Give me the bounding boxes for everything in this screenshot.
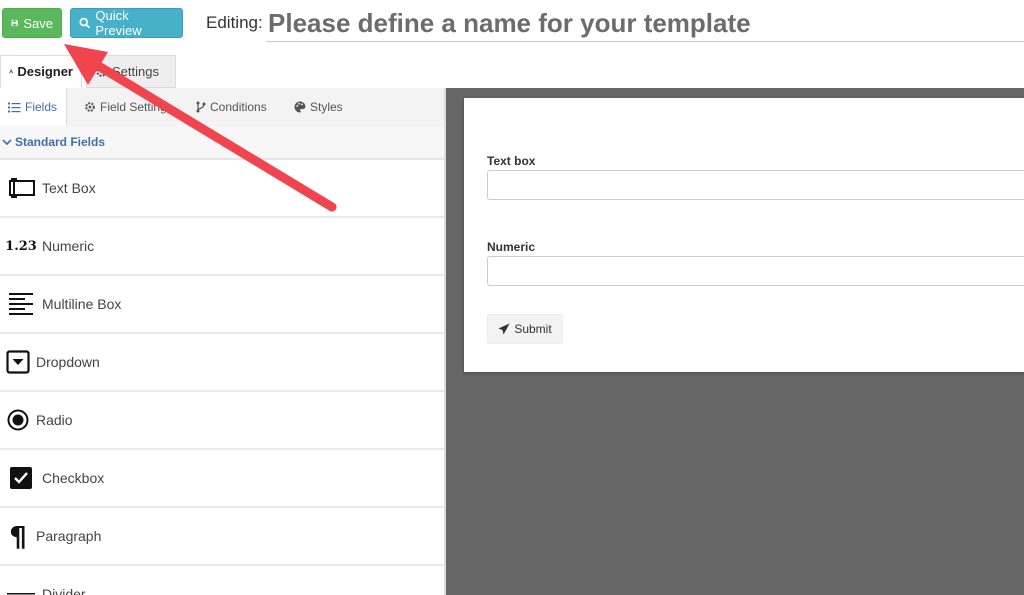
quick-preview-button[interactable]: Quick Preview [70,8,183,38]
toolbar: Save Quick Preview Editing: [0,0,1024,50]
tab-field-settings[interactable]: Field Settings [84,88,173,126]
text-box-field-label: Text box [487,154,536,168]
chevron-down-icon [2,139,12,146]
tab-fields[interactable]: Fields [0,88,67,127]
save-button[interactable]: Save [2,8,62,38]
field-item-radio[interactable]: Radio [0,392,444,450]
field-item-label: Text Box [42,180,96,196]
field-item-paragraph[interactable]: ¶ Paragraph [0,508,444,566]
field-item-label: Numeric [42,238,95,254]
form-preview: Text box Numeric Submit [464,98,1024,372]
template-name-input[interactable] [266,6,1024,42]
text-box-field-input[interactable] [487,170,1024,200]
search-icon [79,17,91,29]
save-label: Save [23,15,53,31]
paper-plane-icon [498,323,510,335]
field-list: Text Box 1.23 Numeric Multiline Box Drop… [0,160,444,595]
tab-styles-label: Styles [310,100,343,114]
field-item-numeric[interactable]: 1.23 Numeric [0,218,444,276]
field-item-label: Paragraph [36,528,102,544]
textbox-icon [6,173,36,203]
field-item-checkbox[interactable]: Checkbox [0,450,444,508]
field-palette-panel: Fields Field Settings Conditions Styles [0,88,446,595]
gear-icon [85,102,95,112]
divider-icon [6,579,36,595]
field-item-dropdown[interactable]: Dropdown [0,334,444,392]
tab-fields-label: Fields [25,100,58,114]
standard-fields-header[interactable]: Standard Fields [0,126,444,160]
tab-styles[interactable]: Styles [294,88,343,126]
multiline-icon [6,289,36,319]
designer-icon [9,69,14,74]
radio-icon [6,405,30,435]
field-item-label: Checkbox [42,470,105,486]
form-preview-canvas: Text box Numeric Submit [446,88,1024,595]
floppy-disk-icon [11,19,18,27]
field-item-label: Multiline Box [42,296,122,312]
tab-settings-label: Settings [112,64,159,79]
field-item-label: Radio [36,412,73,428]
tab-field-settings-label: Field Settings [100,100,173,114]
branch-icon [196,101,206,113]
submit-button[interactable]: Submit [487,314,563,344]
tab-designer[interactable]: Designer [0,55,82,88]
gear-icon [96,66,107,77]
tab-settings[interactable]: Settings [86,55,176,88]
palette-icon [294,101,306,113]
list-icon [8,102,21,112]
numeric-field-input[interactable] [487,256,1024,286]
checkbox-icon [6,463,36,493]
field-item-divider[interactable]: Divider [0,566,444,595]
numeric-icon: 1.23 [5,238,37,254]
submit-label: Submit [514,322,552,336]
main-tabs: Designer Settings [0,55,1024,89]
tab-designer-label: Designer [17,64,73,79]
numeric-field-label: Numeric [487,240,536,254]
field-item-multiline-box[interactable]: Multiline Box [0,276,444,334]
field-item-text-box[interactable]: Text Box [0,160,444,218]
tab-conditions-label: Conditions [210,100,267,114]
field-item-label: Dropdown [36,354,100,370]
quick-preview-label: Quick Preview [95,8,142,38]
sub-tabs: Fields Field Settings Conditions Styles [0,88,444,127]
standard-fields-label: Standard Fields [15,135,106,149]
editing-label: Editing: [206,13,263,32]
field-item-label: Divider [42,586,86,595]
paragraph-icon: ¶ [9,519,27,553]
dropdown-icon [6,347,30,377]
tab-conditions[interactable]: Conditions [196,88,267,126]
